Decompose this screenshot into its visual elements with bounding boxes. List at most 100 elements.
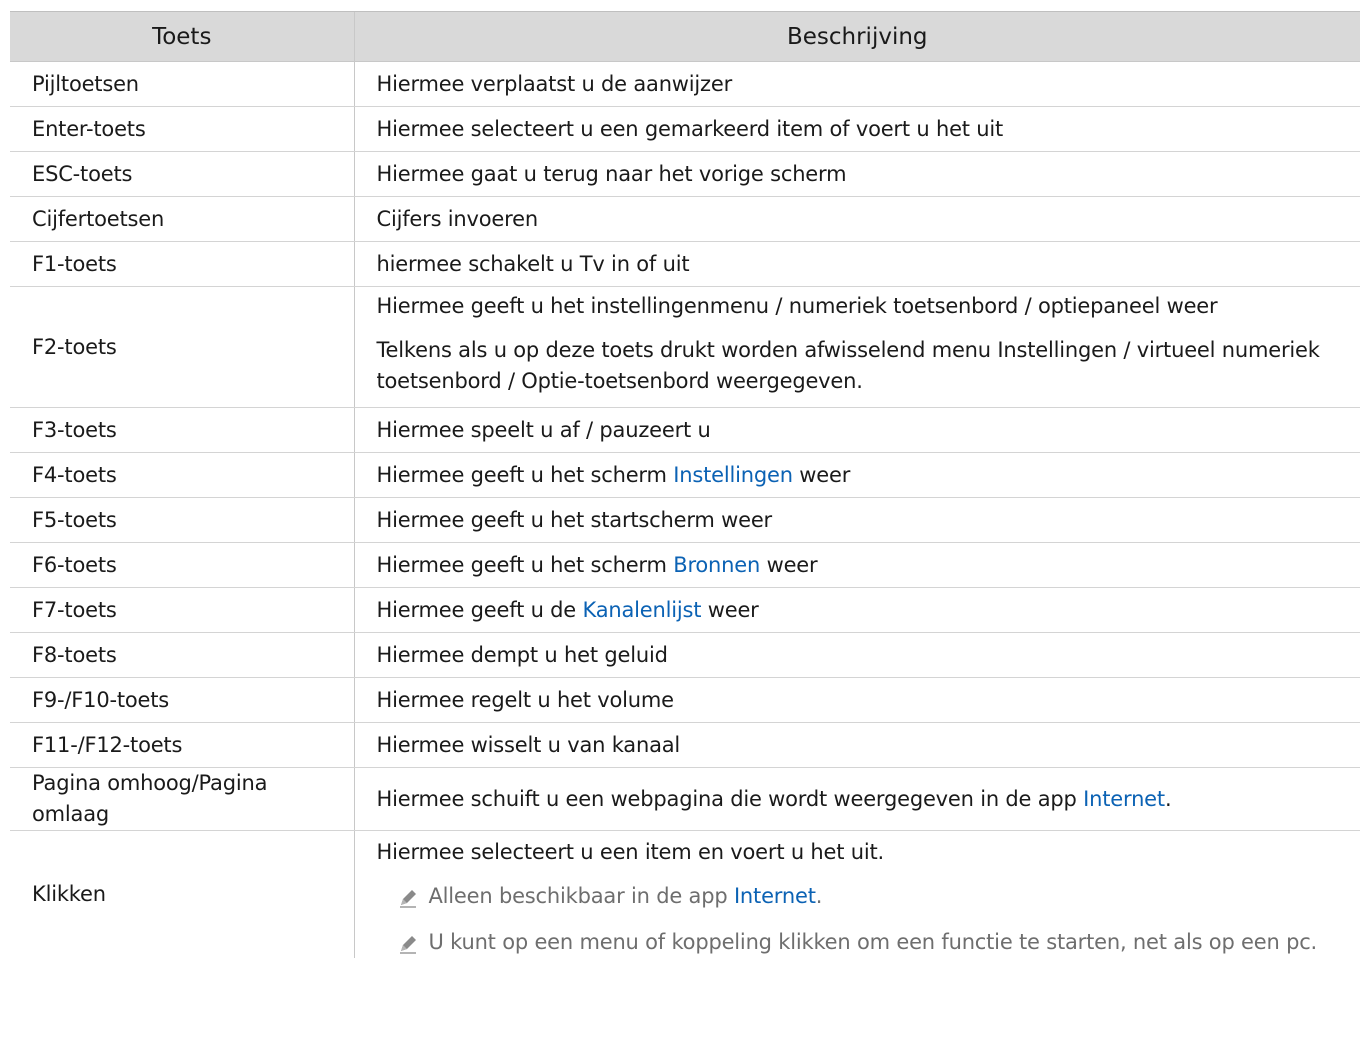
description-text: Hiermee selecteert u een item en voert u… — [376, 840, 885, 864]
description-paragraph: Hiermee selecteert u een gemarkeerd item… — [377, 114, 1360, 145]
table-row: F1-toets hiermee schakelt u Tv in of uit — [10, 241, 1360, 287]
description-paragraph: Hiermee geeft u de Kanalenlijst weer — [377, 595, 1360, 626]
pencil-icon — [397, 887, 419, 909]
table-row: F6-toets Hiermee geeft u het scherm Bronn… — [10, 542, 1360, 588]
key-cell: ESC-toets — [10, 151, 354, 197]
description-text: Hiermee geeft u het scherm — [376, 552, 674, 577]
key-cell: F2-toets — [10, 286, 354, 408]
description-cell: Hiermee verplaatst u de aanwijzer — [353, 61, 1360, 107]
description-text: Alleen beschikbaar in de app — [428, 884, 734, 908]
description-cell: Hiermee geeft u het scherm Instellingen … — [353, 452, 1360, 498]
description-text: Hiermee schuift u een webpagina die word… — [376, 786, 1084, 811]
description-text: Hiermee verplaatst u de aanwijzer — [376, 71, 733, 96]
key-cell: Pijltoetsen — [10, 61, 354, 107]
table-row: Enter-toets Hiermee selecteert u een gema… — [10, 106, 1360, 152]
key-cell: F7-toets — [10, 587, 354, 633]
table-row: Pijltoetsen Hiermee verplaatst u de aanwi… — [10, 61, 1360, 107]
description-cell: Hiermee gaat u terug naar het vorige sch… — [353, 151, 1360, 197]
key-cell: Pagina omhoog/Pagina omlaag — [10, 767, 354, 831]
description-cell: Hiermee geeft u het scherm Bronnen weer — [353, 542, 1360, 588]
description-text: Cijfers invoeren — [376, 206, 539, 231]
description-cell: Hiermee speelt u af / pauzeert u — [353, 407, 1360, 453]
key-cell: F5-toets — [10, 497, 354, 543]
description-paragraph: Hiermee speelt u af / pauzeert u — [377, 415, 1360, 446]
table-row: F11-/F12-toets Hiermee wisselt u van kana… — [10, 722, 1360, 768]
description-cell: Hiermee schuift u een webpagina die word… — [353, 767, 1360, 831]
description-paragraph: Hiermee geeft u het scherm Instellingen … — [377, 460, 1360, 491]
description-paragraph: Hiermee dempt u het geluid — [377, 640, 1360, 671]
description-text: Hiermee geeft u de — [376, 597, 583, 622]
description-paragraph: Hiermee schuift u een webpagina die word… — [377, 784, 1360, 815]
note-paragraph: Alleen beschikbaar in de app Internet. — [397, 881, 1360, 912]
key-cell: Enter-toets — [10, 106, 354, 152]
table-row: F5-toets Hiermee geeft u het startscherm … — [10, 497, 1360, 543]
table-row: Cijfertoetsen Cijfers invoeren — [10, 196, 1360, 242]
description-cell: Hiermee geeft u de Kanalenlijst weer — [353, 587, 1360, 633]
description-paragraph: Hiermee geeft u het scherm Bronnen weer — [377, 550, 1360, 581]
description-text: Hiermee geeft u het scherm — [376, 462, 674, 487]
key-cell: Cijfertoetsen — [10, 196, 354, 242]
description-paragraph: Hiermee wisselt u van kanaal — [377, 730, 1360, 761]
key-cell: F4-toets — [10, 452, 354, 498]
description-text: Hiermee geeft u het instellingenmenu / n… — [376, 294, 1218, 318]
description-cell: Hiermee dempt u het geluid — [353, 632, 1360, 678]
description-text: Hiermee regelt u het volume — [376, 687, 675, 712]
pencil-icon — [397, 933, 419, 955]
description-text: Hiermee wisselt u van kanaal — [376, 732, 681, 757]
description-cell: Hiermee geeft u het instellingenmenu / n… — [353, 286, 1360, 408]
description-text: hiermee schakelt u Tv in of uit — [376, 251, 690, 276]
table-row: F4-toets Hiermee geeft u het scherm Inste… — [10, 452, 1360, 498]
description-text: weer — [760, 552, 818, 577]
description-text: . — [815, 884, 823, 908]
description-cell: Hiermee selecteert u een item en voert u… — [353, 830, 1360, 958]
menu-reference-link: Kanalenlijst — [582, 597, 702, 622]
key-cell: F9-/F10-toets — [10, 677, 354, 723]
key-cell: F6-toets — [10, 542, 354, 588]
description-cell: Cijfers invoeren — [353, 196, 1360, 242]
description-paragraph: hiermee schakelt u Tv in of uit — [377, 249, 1360, 280]
description-paragraph: Hiermee geeft u het instellingenmenu / n… — [377, 291, 1360, 322]
description-text: U kunt op een menu of koppeling klikken … — [428, 930, 1318, 954]
description-cell: Hiermee regelt u het volume — [353, 677, 1360, 723]
menu-reference-link: Internet — [733, 884, 816, 908]
menu-reference-link: Bronnen — [673, 552, 761, 577]
header-description: Beschrijving — [353, 11, 1360, 62]
key-cell: F3-toets — [10, 407, 354, 453]
description-text: . — [1164, 786, 1172, 811]
key-cell: Klikken — [32, 882, 106, 906]
table-row: F8-toets Hiermee dempt u het geluid — [10, 632, 1360, 678]
description-cell: Hiermee selecteert u een gemarkeerd item… — [353, 106, 1360, 152]
header-key: Toets — [10, 11, 354, 62]
table-row: F7-toets Hiermee geeft u de Kanalenlijst … — [10, 587, 1360, 633]
menu-reference-link: Instellingen — [673, 462, 793, 487]
key-cell: F11-/F12-toets — [10, 722, 354, 768]
description-paragraph: Hiermee gaat u terug naar het vorige sch… — [377, 159, 1360, 190]
description-paragraph: Hiermee geeft u het startscherm weer — [377, 505, 1360, 536]
key-cell: F8-toets — [10, 632, 354, 678]
description-text: Telkens als u op deze toets drukt worden… — [376, 338, 1320, 393]
key-cell: F1-toets — [10, 241, 354, 287]
table-row: Klikken Hiermee selecteert u een item en … — [10, 830, 1360, 958]
description-paragraph: Hiermee selecteert u een item en voert u… — [377, 837, 1360, 868]
description-cell: hiermee schakelt u Tv in of uit — [353, 241, 1360, 287]
description-text: Hiermee geeft u het startscherm weer — [376, 507, 773, 532]
description-text: Hiermee speelt u af / pauzeert u — [376, 417, 711, 442]
description-text: weer — [701, 597, 759, 622]
description-cell: Hiermee geeft u het startscherm weer — [353, 497, 1360, 543]
description-cell: Hiermee wisselt u van kanaal — [353, 722, 1360, 768]
table-row: ESC-toets Hiermee gaat u terug naar het v… — [10, 151, 1360, 197]
note-paragraph: U kunt op een menu of koppeling klikken … — [397, 927, 1360, 958]
description-text: Hiermee gaat u terug naar het vorige sch… — [376, 161, 847, 186]
description-text: Hiermee selecteert u een gemarkeerd item… — [376, 116, 1004, 141]
table-row: F9-/F10-toets Hiermee regelt u het volume — [10, 677, 1360, 723]
description-paragraph: Hiermee verplaatst u de aanwijzer — [377, 69, 1360, 100]
keyboard-shortcuts-table: Toets Beschrijving Pijltoetsen Hiermee ve… — [10, 11, 1360, 958]
description-paragraph: Cijfers invoeren — [377, 204, 1360, 235]
description-paragraph: Telkens als u op deze toets drukt worden… — [377, 335, 1360, 397]
table-row: Pagina omhoog/Pagina omlaag Hiermee schui… — [10, 767, 1360, 831]
table-row: F2-toets Hiermee geeft u het instellingen… — [10, 286, 1360, 408]
description-text: Hiermee dempt u het geluid — [376, 642, 668, 667]
table-row: F3-toets Hiermee speelt u af / pauzeert u — [10, 407, 1360, 453]
menu-reference-link: Internet — [1083, 786, 1165, 811]
description-text: weer — [792, 462, 851, 487]
